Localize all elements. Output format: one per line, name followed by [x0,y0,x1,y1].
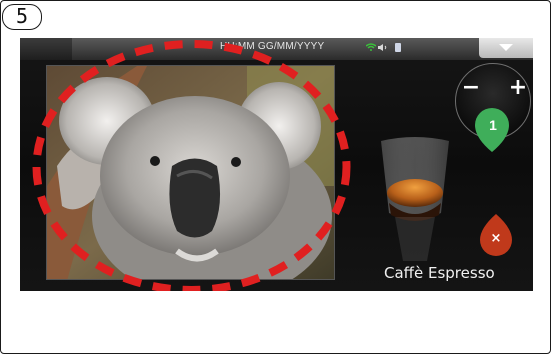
koala-photo [46,65,335,280]
speaker-icon [378,44,387,51]
status-bar-left-trim [20,38,72,60]
quantity-value: 1 [489,117,497,133]
wifi-icon [366,43,376,51]
chevron-down-icon [499,44,513,51]
date-time-text: HH:MM GG/MM/YYYY [220,41,325,52]
battery-icon [395,43,401,52]
status-bar: HH:MM GG/MM/YYYY [20,38,533,60]
drink-name-label: Caffè Espresso [384,264,495,282]
decrease-button[interactable]: − [460,77,482,100]
step-number-badge: 5 [2,4,42,30]
menu-tab[interactable] [479,38,533,58]
increase-button[interactable]: + [507,77,529,100]
machine-display: HH:MM GG/MM/YYYY − + 1 × Caffè Espresso [20,38,533,291]
espresso-cup-icon [381,137,449,261]
cancel-button[interactable]: × [488,231,504,246]
